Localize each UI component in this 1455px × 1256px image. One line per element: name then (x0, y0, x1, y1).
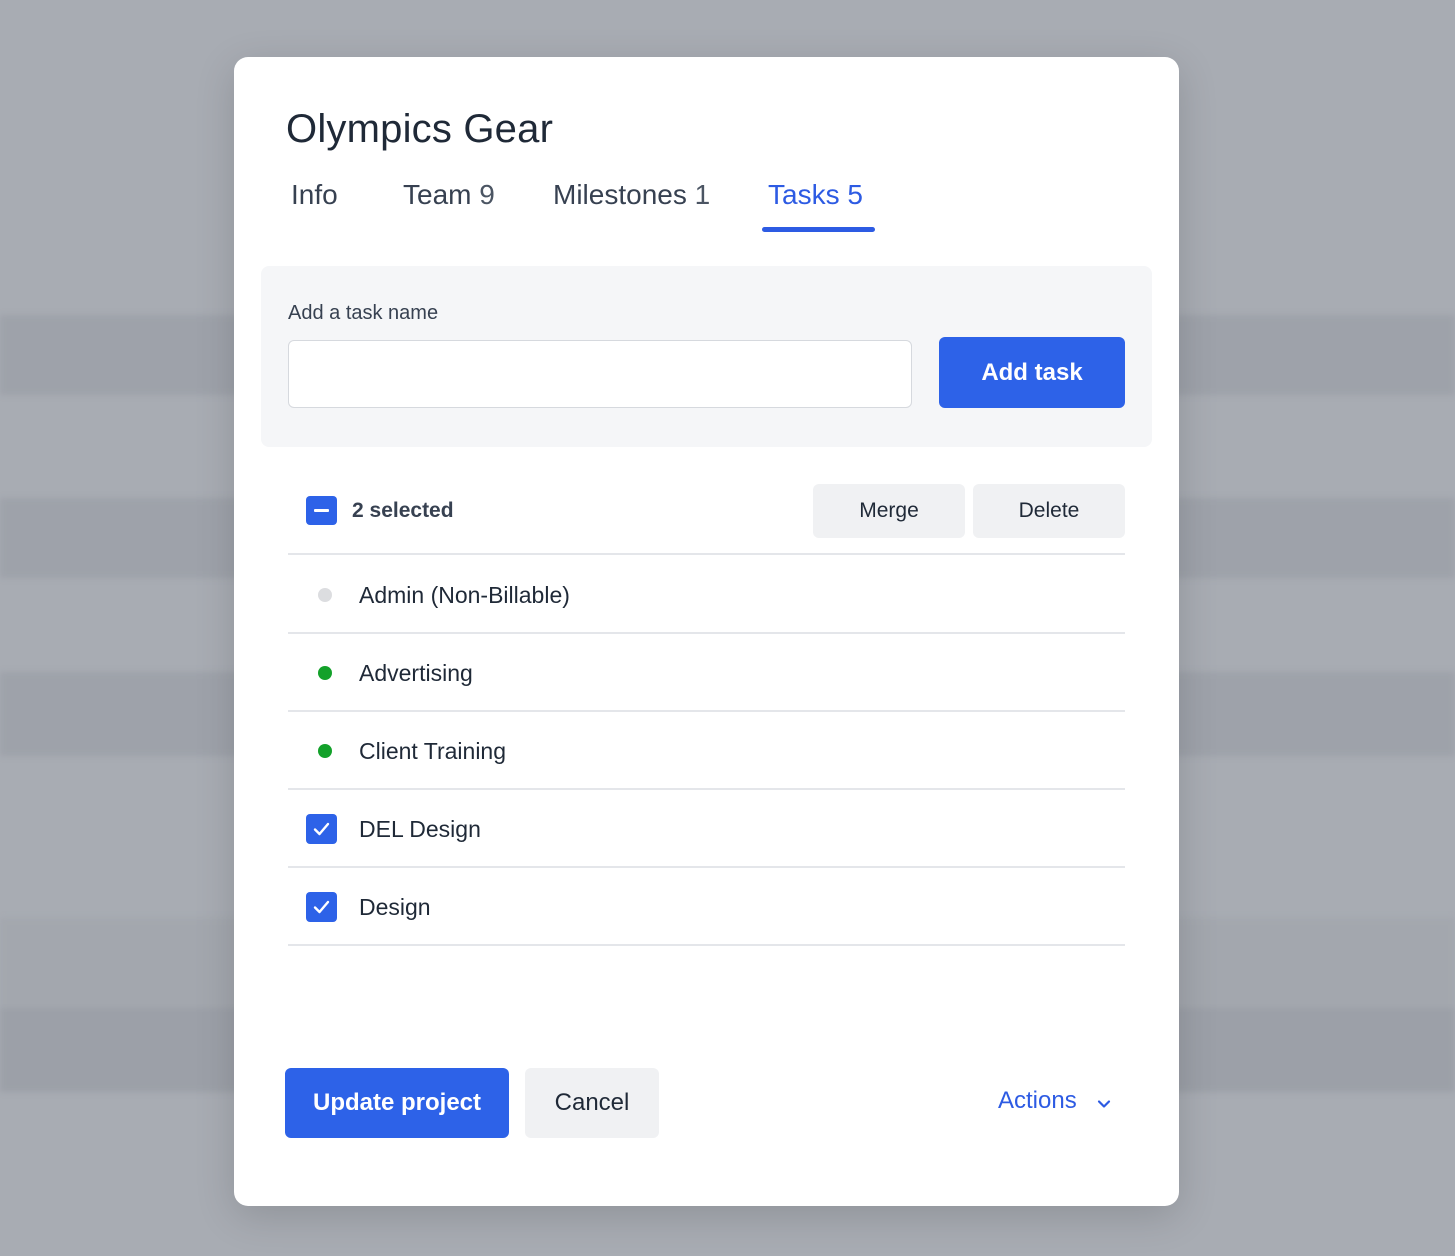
active-tab-indicator (762, 227, 875, 232)
tab-label: Info (291, 179, 338, 210)
task-name: Admin (Non-Billable) (359, 582, 570, 608)
select-all-checkbox[interactable] (306, 496, 337, 525)
task-name-input[interactable] (288, 340, 912, 408)
status-dot-icon (318, 588, 332, 602)
tab-tasks[interactable]: Tasks 5 (768, 179, 863, 211)
tab-bar: Info Team 9 Milestones 1 Tasks 5 (286, 179, 1126, 235)
task-list: Admin (Non-Billable) Advertising Client … (288, 556, 1125, 946)
project-modal: Olympics Gear Info Team 9 Milestones 1 T… (234, 57, 1179, 1206)
delete-button[interactable]: Delete (973, 484, 1125, 538)
checkmark-icon (313, 900, 330, 914)
add-task-button[interactable]: Add task (939, 337, 1125, 408)
add-task-label: Add a task name (288, 302, 439, 324)
update-project-button[interactable]: Update project (285, 1068, 509, 1138)
task-row[interactable]: Design (288, 868, 1125, 946)
tab-count: 5 (847, 179, 863, 210)
task-name: Advertising (359, 660, 473, 686)
tab-count: 1 (694, 179, 711, 210)
modal-title: Olympics Gear (286, 107, 554, 151)
status-dot-icon (318, 744, 332, 758)
task-name: Client Training (359, 738, 507, 764)
selection-bar: 2 selected Merge Delete (288, 484, 1125, 555)
tab-count: 9 (479, 179, 495, 210)
cancel-button[interactable]: Cancel (525, 1068, 659, 1138)
actions-dropdown[interactable]: Actions (998, 1087, 1111, 1116)
task-row[interactable]: DEL Design (288, 790, 1125, 868)
actions-label: Actions (998, 1087, 1077, 1114)
merge-button[interactable]: Merge (813, 484, 965, 538)
tab-label: Team (403, 179, 472, 210)
add-task-panel: Add a task name Add task (261, 266, 1152, 447)
status-dot-icon (318, 666, 332, 680)
tab-label: Milestones (553, 179, 687, 210)
task-row[interactable]: Client Training (288, 712, 1125, 790)
task-name: DEL Design (359, 816, 481, 842)
selected-count: 2 selected (352, 499, 454, 522)
tab-team[interactable]: Team 9 (403, 179, 495, 211)
tab-info[interactable]: Info (291, 179, 338, 211)
tab-label: Tasks (768, 179, 840, 210)
checkmark-icon (313, 822, 330, 836)
task-name: Design (359, 894, 431, 920)
tab-milestones[interactable]: Milestones 1 (553, 179, 710, 211)
task-checkbox[interactable] (306, 892, 337, 922)
task-checkbox[interactable] (306, 814, 337, 844)
task-row[interactable]: Advertising (288, 634, 1125, 712)
task-row[interactable]: Admin (Non-Billable) (288, 556, 1125, 634)
chevron-down-icon (1097, 1088, 1111, 1116)
